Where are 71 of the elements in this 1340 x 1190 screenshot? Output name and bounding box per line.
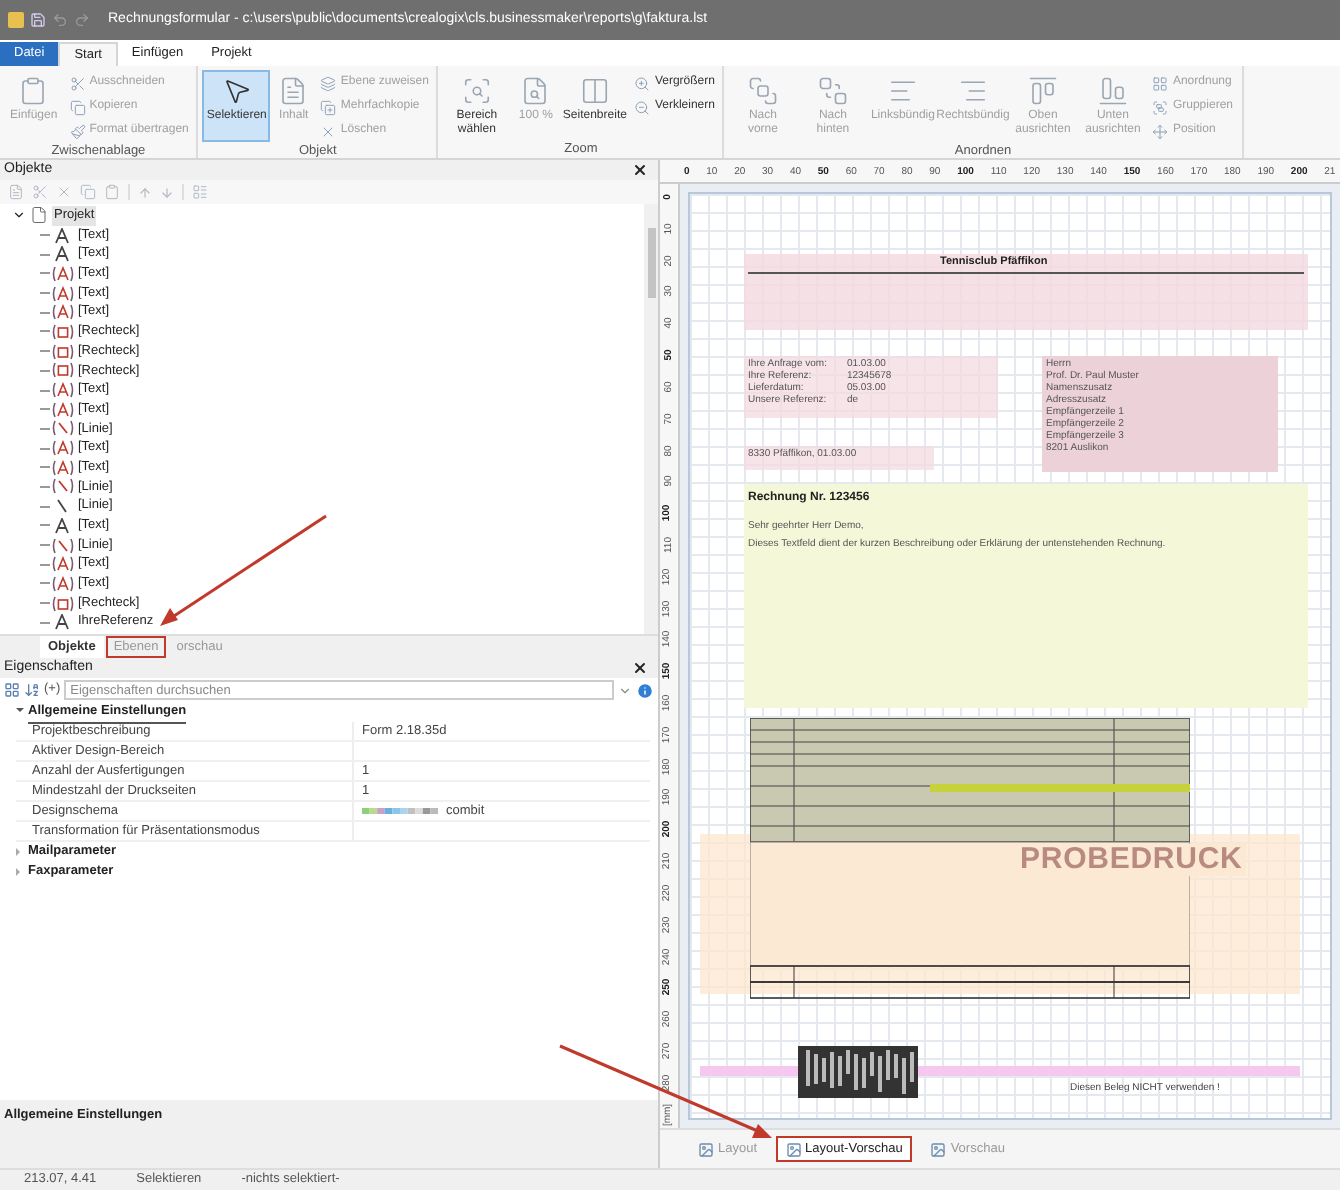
cursor-icon [221, 76, 252, 106]
columns-icon [579, 76, 610, 106]
undo-icon[interactable] [52, 12, 68, 28]
picture-icon [930, 1141, 947, 1157]
x-icon[interactable] [56, 184, 72, 200]
copy-icon [69, 99, 86, 115]
stack-icon [747, 76, 778, 106]
zoom-in-icon [634, 75, 651, 91]
formula-line-icon [51, 537, 73, 554]
document-icon [30, 206, 48, 225]
align-left-icon [887, 76, 918, 106]
document-icon[interactable] [8, 184, 24, 200]
save-icon[interactable] [30, 12, 46, 28]
grid-icon [1152, 75, 1169, 91]
clipboard-icon [18, 76, 49, 106]
letter-a-icon [54, 517, 70, 534]
formula-line-icon [51, 478, 73, 495]
formula-rectangle-icon [51, 323, 73, 340]
redo-icon[interactable] [74, 12, 90, 28]
formula-letter-icon [51, 556, 73, 573]
scissors-icon [69, 75, 86, 91]
copy-icon [320, 99, 337, 115]
arrow-up-icon[interactable] [138, 185, 152, 199]
formula-letter-icon [51, 304, 73, 321]
watermark-text: PROBEDRUCK [1016, 844, 1247, 876]
formula-letter-icon [51, 401, 73, 418]
scrollbar[interactable] [644, 204, 658, 634]
color-scheme-swatch [362, 808, 438, 814]
formula-letter-icon [51, 575, 73, 592]
arrow-down-icon[interactable] [160, 185, 174, 199]
align-bottom-icon [1097, 76, 1128, 106]
formula-rectangle-icon [51, 343, 73, 360]
magnifier-icon [461, 76, 492, 106]
picture-icon [698, 1141, 714, 1157]
paintbrush-icon [69, 123, 86, 139]
info-icon[interactable] [636, 681, 654, 699]
align-right-icon [957, 76, 988, 106]
chevron-down-icon[interactable] [12, 208, 26, 223]
move-icon [1152, 123, 1169, 139]
formula-line-icon [51, 420, 73, 437]
document-icon [520, 76, 551, 106]
document-icon [278, 76, 309, 106]
expand-icon[interactable] [16, 848, 24, 856]
line-icon [54, 498, 70, 515]
formula-rectangle-icon [51, 362, 73, 379]
formula-letter-icon [51, 440, 73, 457]
x-icon [320, 123, 337, 139]
scissors-icon[interactable] [32, 184, 48, 200]
picture-icon [785, 1141, 802, 1157]
copy-icon[interactable] [80, 184, 96, 200]
layers-icon [320, 75, 337, 91]
zoom-out-icon [634, 99, 651, 115]
close-icon[interactable] [632, 660, 648, 676]
clipboard-icon[interactable] [104, 184, 120, 200]
formula-letter-icon [51, 285, 73, 302]
app-icon [8, 12, 24, 28]
formula-letter-icon [51, 459, 73, 476]
close-icon[interactable] [632, 162, 648, 178]
barcode-drawing [798, 1046, 918, 1098]
grid-icon[interactable] [4, 682, 20, 698]
stack-icon [817, 76, 848, 106]
formula-letter-icon [51, 265, 73, 282]
align-top-icon [1027, 76, 1058, 106]
formula-letter-icon [51, 382, 73, 399]
letter-a-icon [54, 614, 70, 631]
collapse-icon[interactable] [16, 708, 24, 716]
formula-rectangle-icon [51, 595, 73, 612]
expand-icon[interactable] [16, 868, 24, 876]
list-icon[interactable] [192, 184, 208, 200]
group-icon [1152, 99, 1169, 115]
sort-icon[interactable] [24, 682, 40, 698]
